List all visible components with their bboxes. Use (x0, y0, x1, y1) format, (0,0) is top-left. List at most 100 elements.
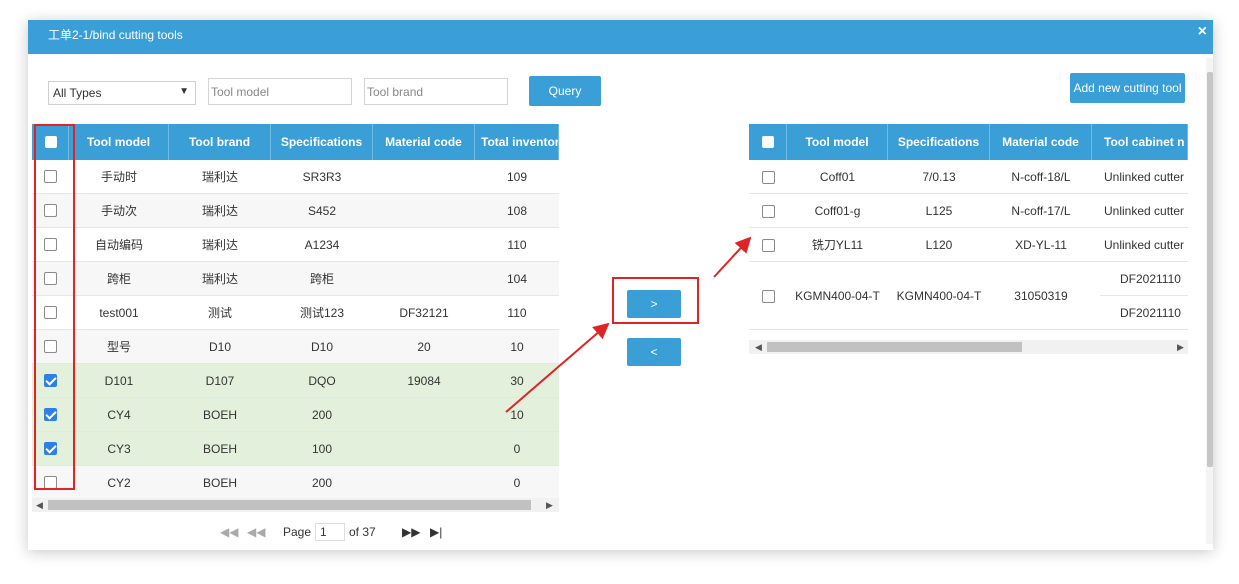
dialog-titlebar: 工单2-1/bind cutting tools × (28, 20, 1213, 54)
col-tool-model[interactable]: Tool model (787, 124, 888, 160)
cell-material (373, 228, 475, 262)
cell-material: N-coff-17/L (1011, 204, 1071, 218)
tool-model-input[interactable]: Tool model (208, 78, 352, 105)
cell-material: 31050319 (1014, 289, 1068, 303)
col-tool-model[interactable]: Tool model (69, 124, 169, 160)
table-row[interactable]: 跨柜 瑞利达 跨柜 104 (32, 262, 559, 296)
cell-material (373, 466, 475, 498)
close-icon[interactable]: × (1198, 23, 1207, 41)
cell-model: 手动次 (100, 204, 137, 218)
prev-page-icon[interactable]: ◀◀ (247, 525, 265, 539)
table-row[interactable]: 型号 D10 D10 20 10 (32, 330, 559, 364)
cell-spec: 跨柜 (309, 272, 334, 286)
cell-spec: DQO (308, 374, 336, 388)
dialog-title: 工单2-1/bind cutting tools (48, 28, 183, 42)
type-select[interactable]: All Types ▼ (48, 81, 196, 105)
cell-spec: 测试123 (299, 306, 345, 320)
cell-spec: D10 (310, 340, 333, 354)
type-select-value: All Types (53, 86, 102, 100)
col-total-inventory[interactable]: Total inventory (475, 124, 559, 160)
cell-model: Coff01-g (814, 204, 861, 218)
table-row[interactable]: 铣刀YL11 L120 XD-YL-11 Unlinked cutter (749, 228, 1188, 262)
cell-spec: KGMN400-04-T (896, 289, 982, 303)
right-horizontal-scrollbar[interactable]: ◀ ▶ (749, 340, 1188, 354)
select-all-checkbox[interactable] (762, 136, 774, 148)
bind-cutting-tools-dialog: 工单2-1/bind cutting tools × All Types ▼ T… (28, 20, 1213, 550)
cell-cabinet: Unlinked cutter (1104, 238, 1185, 252)
table-row[interactable]: CY3 BOEH 100 0 (32, 432, 559, 466)
cell-cabinet: Unlinked cutter (1104, 204, 1185, 218)
page-count: of 37 (349, 525, 376, 539)
cell-brand: 瑞利达 (201, 238, 238, 252)
first-page-icon[interactable]: ◀◀ (220, 525, 238, 539)
table-row[interactable]: 自动编码 瑞利达 A1234 110 (32, 228, 559, 262)
cell-brand: 瑞利达 (201, 272, 238, 286)
cell-brand: 瑞利达 (201, 170, 238, 184)
checkbox-column-highlight (34, 124, 75, 490)
cell-material (373, 432, 475, 466)
cell-brand: BOEH (202, 476, 237, 490)
col-specifications[interactable]: Specifications (271, 124, 373, 160)
table-row[interactable]: CY2 BOEH 200 0 (32, 466, 559, 498)
last-page-icon[interactable]: ▶| (430, 525, 442, 539)
table-row[interactable]: 手动时 瑞利达 SR3R3 109 (32, 160, 559, 194)
cell-spec: 200 (311, 408, 333, 422)
row-checkbox[interactable] (762, 239, 775, 252)
table-row[interactable]: D101 D107 DQO 19084 30 (32, 364, 559, 398)
cell-model: 铣刀YL11 (811, 238, 864, 252)
cell-material: DF32121 (399, 306, 449, 320)
cell-total: 0 (513, 476, 521, 490)
cell-brand: D107 (205, 374, 235, 388)
row-checkbox[interactable] (762, 205, 775, 218)
cell-total: 0 (513, 442, 521, 456)
cell-total: 109 (506, 170, 528, 184)
cell-material: XD-YL-11 (1015, 238, 1067, 252)
cell-spec: A1234 (304, 238, 340, 252)
remove-from-selection-button[interactable]: < (627, 338, 681, 366)
add-new-cutting-tool-button[interactable]: Add new cutting tool (1070, 73, 1185, 103)
cell-model: CY4 (107, 408, 131, 422)
left-horizontal-scrollbar[interactable]: ◀ ▶ (32, 498, 559, 512)
col-specifications[interactable]: Specifications (888, 124, 990, 160)
cell-material (373, 398, 475, 432)
table-row[interactable]: CY4 BOEH 200 10 (32, 398, 559, 432)
cell-total: 10 (510, 340, 524, 354)
col-material-code[interactable]: Material code (990, 124, 1092, 160)
cell-brand: BOEH (202, 442, 237, 456)
query-button[interactable]: Query (529, 76, 601, 106)
table-row[interactable]: Coff01 7/0.13 N-coff-18/L Unlinked cutter (749, 160, 1188, 194)
cell-material: 20 (417, 340, 431, 354)
cell-total: 104 (506, 272, 528, 286)
selected-tools-table: Tool model Specifications Material code … (749, 124, 1188, 354)
cell-model: KGMN400-04-T (795, 289, 880, 303)
cell-brand: D10 (208, 340, 231, 354)
table-header: Tool model Tool brand Specifications Mat… (32, 124, 559, 160)
dialog-vertical-scrollbar[interactable] (1206, 58, 1213, 544)
row-checkbox[interactable] (762, 171, 775, 184)
cell-model: 手动时 (100, 170, 137, 184)
col-material-code[interactable]: Material code (373, 124, 475, 160)
cell-model: 型号 (106, 340, 131, 354)
cell-spec: L125 (925, 204, 953, 218)
cell-model: CY3 (107, 442, 131, 456)
cell-cabinet: DF2021110 (1120, 306, 1181, 320)
next-page-icon[interactable]: ▶▶ (402, 525, 420, 539)
cell-spec: S452 (307, 204, 337, 218)
tool-brand-input[interactable]: Tool brand (364, 78, 508, 105)
col-tool-cabinet[interactable]: Tool cabinet n (1092, 124, 1188, 160)
row-checkbox[interactable] (762, 290, 775, 303)
cell-spec: SR3R3 (302, 170, 342, 184)
col-tool-brand[interactable]: Tool brand (169, 124, 271, 160)
table-row[interactable]: Coff01-g L125 N-coff-17/L Unlinked cutter (749, 194, 1188, 228)
add-button-highlight (612, 277, 699, 324)
table-row[interactable]: 手动次 瑞利达 S452 108 (32, 194, 559, 228)
table-row[interactable]: test001 测试 测试123 DF32121 110 (32, 296, 559, 330)
page-number-input[interactable]: 1 (315, 523, 345, 541)
cell-spec: 200 (311, 476, 333, 490)
cell-material (373, 262, 475, 296)
cell-total: 110 (507, 238, 527, 252)
cell-spec: L120 (925, 238, 953, 252)
cell-material (373, 160, 475, 194)
cell-total: 30 (510, 374, 524, 388)
table-row[interactable]: KGMN400-04-T KGMN400-04-T 31050319 DF202111… (749, 262, 1188, 330)
